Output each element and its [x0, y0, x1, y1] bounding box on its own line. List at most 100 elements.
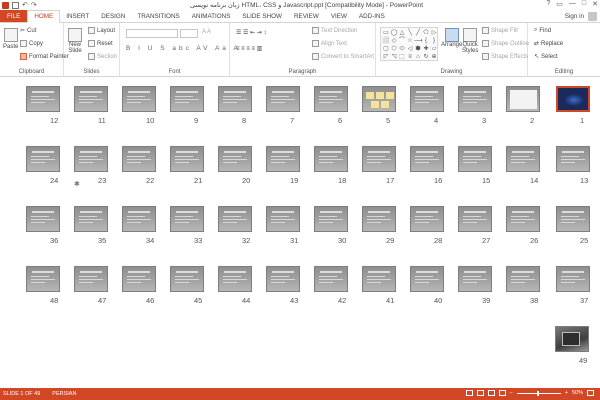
- convert-smartart-button[interactable]: Convert to SmartArt: [312, 53, 374, 60]
- slide-thumbnail-14[interactable]: [506, 146, 540, 172]
- shape-item[interactable]: ⟶: [414, 37, 423, 45]
- slide-thumbnail-39[interactable]: [458, 266, 492, 292]
- help-button[interactable]: ?: [546, 0, 550, 8]
- slide-thumbnail-5[interactable]: [362, 86, 396, 112]
- slide-thumbnail-24[interactable]: [26, 146, 60, 172]
- align-text-button[interactable]: Align Text: [312, 40, 347, 47]
- replace-button[interactable]: ⇄ Replace: [534, 40, 563, 48]
- tab-transitions[interactable]: TRANSITIONS: [131, 10, 185, 22]
- slide-thumbnail-45[interactable]: [170, 266, 204, 292]
- tab-home[interactable]: HOME: [27, 10, 61, 23]
- slide-thumbnail-37[interactable]: [556, 266, 590, 292]
- shape-item[interactable]: }: [430, 37, 438, 45]
- zoom-out-icon[interactable]: −: [510, 390, 513, 396]
- sign-in-link[interactable]: Sign in: [565, 13, 584, 20]
- normal-view-icon[interactable]: [465, 390, 473, 396]
- find-button[interactable]: ⌕ Find: [534, 27, 551, 34]
- slide-thumbnail-27[interactable]: [458, 206, 492, 232]
- slide-thumbnail-49[interactable]: [555, 326, 589, 352]
- fit-to-window-icon[interactable]: [587, 390, 594, 396]
- font-name-select[interactable]: [126, 29, 178, 38]
- slide-thumbnail-8[interactable]: [218, 86, 252, 112]
- alignment-buttons[interactable]: ≡ ≡ ≡ ≡ ▥: [236, 45, 262, 52]
- slide-thumbnail-12[interactable]: [26, 86, 60, 112]
- reset-button[interactable]: Reset: [88, 40, 113, 47]
- slide-thumbnail-7[interactable]: [266, 86, 300, 112]
- shape-item[interactable]: ⌒: [398, 37, 406, 45]
- tab-animations[interactable]: ANIMATIONS: [186, 10, 237, 22]
- slide-thumbnail-33[interactable]: [170, 206, 204, 232]
- layout-button[interactable]: Layout: [88, 27, 115, 34]
- shape-item[interactable]: ◇: [390, 37, 398, 45]
- paste-button[interactable]: Paste: [3, 28, 18, 50]
- tab-insert[interactable]: INSERT: [60, 10, 95, 22]
- slide-thumbnail-36[interactable]: [26, 206, 60, 232]
- slide-thumbnail-3[interactable]: [458, 86, 492, 112]
- tab-view[interactable]: VIEW: [325, 10, 353, 22]
- shape-item[interactable]: ◁: [406, 45, 414, 53]
- slide-thumbnail-2[interactable]: [506, 86, 540, 112]
- slide-thumbnail-21[interactable]: [170, 146, 204, 172]
- shape-item[interactable]: ⬚: [398, 53, 406, 61]
- grow-shrink-font[interactable]: A A: [202, 29, 211, 35]
- font-size-select[interactable]: [180, 29, 198, 38]
- slide-thumbnail-46[interactable]: [122, 266, 156, 292]
- shape-item[interactable]: ↻: [422, 53, 430, 61]
- arrange-button[interactable]: Arrange: [441, 28, 462, 48]
- shapes-gallery[interactable]: ▭ ◯ △ ╲ ╱ ⬠ ▷ ⬜ ◇ ⌒ ☆ ⟶ { } ▢ ⬡ ⬭ ◁ ⬢ ✚ …: [380, 27, 438, 61]
- shape-item[interactable]: ⬡: [390, 45, 398, 53]
- slide-thumbnail-1[interactable]: [556, 86, 590, 112]
- zoom-in-icon[interactable]: +: [565, 390, 568, 396]
- shape-item[interactable]: {: [422, 37, 430, 45]
- zoom-slider[interactable]: [516, 390, 561, 396]
- tab-review[interactable]: REVIEW: [288, 10, 325, 22]
- tab-file[interactable]: FILE: [0, 10, 28, 22]
- maximize-button[interactable]: □: [582, 0, 586, 8]
- save-icon[interactable]: [12, 1, 19, 9]
- minimize-button[interactable]: —: [569, 0, 576, 8]
- slide-thumbnail-43[interactable]: [266, 266, 300, 292]
- shape-item[interactable]: ◸: [382, 53, 390, 61]
- new-slide-button[interactable]: New Slide: [68, 28, 82, 54]
- language-indicator[interactable]: PERSIAN: [52, 391, 76, 397]
- slide-thumbnail-34[interactable]: [122, 206, 156, 232]
- shape-item[interactable]: ▭: [382, 29, 390, 37]
- shape-item[interactable]: ⌂: [414, 53, 422, 61]
- shape-item[interactable]: ◯: [390, 29, 398, 37]
- shape-item[interactable]: ▱: [430, 45, 438, 53]
- account-avatar[interactable]: [588, 12, 597, 21]
- slide-thumbnail-23[interactable]: [74, 146, 108, 172]
- slide-thumbnail-18[interactable]: [314, 146, 348, 172]
- shape-item[interactable]: ✚: [422, 45, 430, 53]
- slide-thumbnail-42[interactable]: [314, 266, 348, 292]
- slide-thumbnail-41[interactable]: [362, 266, 396, 292]
- font-format-buttons[interactable]: B I U S abc AV Aa A: [126, 45, 241, 52]
- format-painter-button[interactable]: Format Painter: [20, 53, 69, 60]
- slide-thumbnail-26[interactable]: [506, 206, 540, 232]
- bullets-buttons[interactable]: ☰ ☰ ⇤ ⇥ ↕: [236, 29, 266, 36]
- slide-thumbnail-30[interactable]: [314, 206, 348, 232]
- shape-outline-button[interactable]: Shape Outline: [482, 40, 529, 47]
- slide-thumbnail-40[interactable]: [410, 266, 444, 292]
- slide-thumbnail-10[interactable]: [122, 86, 156, 112]
- slide-thumbnail-20[interactable]: [218, 146, 252, 172]
- cut-button[interactable]: ✂ Cut: [20, 27, 36, 35]
- shape-item[interactable]: ▢: [382, 45, 390, 53]
- shape-item[interactable]: ≡: [406, 53, 414, 61]
- copy-button[interactable]: Copy: [20, 40, 43, 47]
- slide-thumbnail-48[interactable]: [26, 266, 60, 292]
- slide-thumbnail-29[interactable]: [362, 206, 396, 232]
- slide-thumbnail-9[interactable]: [170, 86, 204, 112]
- shape-item[interactable]: ⬭: [398, 45, 406, 53]
- zoom-slider-knob[interactable]: [536, 390, 539, 396]
- shape-item[interactable]: ╲: [406, 29, 414, 37]
- shape-item[interactable]: ▷: [430, 29, 438, 37]
- slide-thumbnail-47[interactable]: [74, 266, 108, 292]
- slide-thumbnail-22[interactable]: [122, 146, 156, 172]
- slide-thumbnail-19[interactable]: [266, 146, 300, 172]
- shape-item[interactable]: ╱: [414, 29, 422, 37]
- ribbon-display-button[interactable]: ▭: [556, 0, 563, 8]
- section-button[interactable]: Section: [88, 53, 117, 60]
- shape-item[interactable]: △: [398, 29, 406, 37]
- tab-add-ins[interactable]: ADD-INS: [353, 10, 391, 22]
